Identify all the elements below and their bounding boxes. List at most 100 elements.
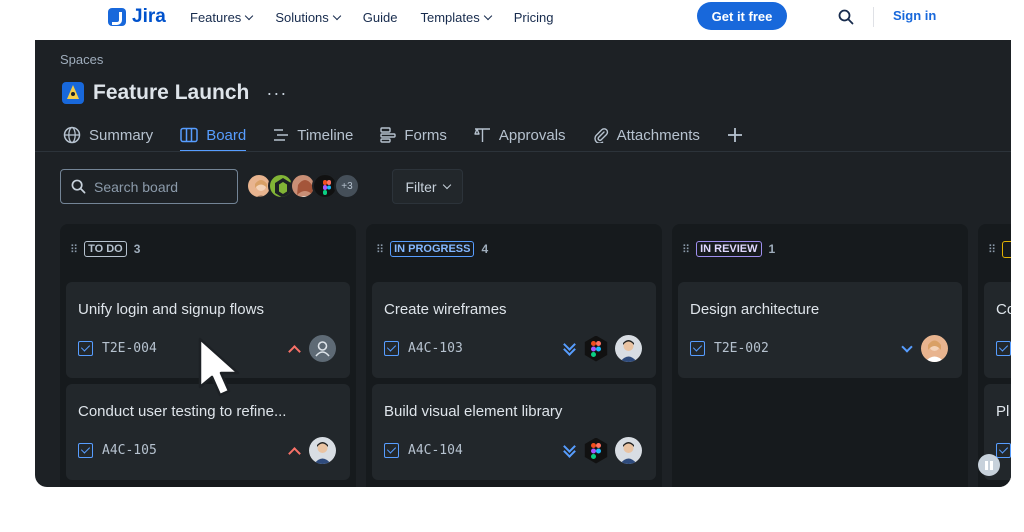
search-icon	[71, 179, 86, 194]
sign-in-link[interactable]: Sign in	[893, 8, 936, 23]
chevron-down-icon	[332, 11, 342, 20]
issue-key: T2E-002	[714, 341, 769, 356]
top-nav: Jira Features Solutions Guide Templates …	[0, 0, 1024, 34]
issue-card[interactable]: Build visual element library A4C-104	[372, 384, 656, 480]
figma-icon[interactable]	[584, 335, 608, 362]
card-title: Unify login and signup flows	[78, 301, 264, 318]
issue-card[interactable]: Design architecture T2E-002	[678, 282, 962, 378]
nav-link-label: Solutions	[275, 10, 329, 25]
card-title: Pl	[996, 403, 1010, 420]
nav-link-label: Templates	[420, 10, 480, 25]
card-title: Design architecture	[690, 301, 820, 318]
drag-handle-icon[interactable]: ⠿	[70, 243, 78, 256]
tab-board[interactable]: Board	[180, 124, 247, 152]
nav-link-templates[interactable]: Templates	[420, 10, 492, 25]
task-checkbox-icon	[78, 443, 93, 458]
nav-link-solutions[interactable]: Solutions	[275, 10, 342, 25]
priority-high-icon	[288, 344, 301, 358]
task-checkbox-icon	[996, 443, 1011, 458]
get-it-free-button[interactable]: Get it free	[697, 2, 787, 30]
nav-link-guide[interactable]: Guide	[363, 10, 398, 25]
more-actions-button[interactable]: ···	[266, 83, 287, 104]
card-key: T2E-004	[78, 341, 157, 356]
status-lozenge: IN PROGRESS	[390, 241, 475, 257]
tab-summary[interactable]: Summary	[63, 124, 153, 146]
brand-name: Jira	[132, 6, 166, 27]
card-title: Conduct user testing to refine...	[78, 403, 287, 420]
issue-key: A4C-103	[408, 341, 463, 356]
column-header: ⠿ TO DO 3	[70, 241, 140, 257]
column-header: ⠿ IN REVIEW 1	[682, 241, 775, 257]
priority-low-icon	[563, 343, 575, 355]
tab-label: Attachments	[616, 126, 700, 144]
pause-button[interactable]	[978, 454, 1000, 476]
globe-icon	[63, 126, 81, 144]
filter-button[interactable]: Filter	[392, 169, 463, 204]
card-meta	[288, 335, 336, 362]
mouse-cursor-icon	[196, 337, 248, 406]
issue-key: T2E-004	[102, 341, 157, 356]
card-key: A4C-104	[384, 443, 463, 458]
chevron-down-icon	[245, 11, 254, 20]
chevron-down-icon	[442, 180, 451, 189]
task-checkbox-icon	[78, 341, 93, 356]
card-key: A4C-105	[78, 443, 157, 458]
card-title: Build visual element library	[384, 403, 563, 420]
tab-timeline[interactable]: Timeline	[273, 124, 353, 146]
tab-label: Forms	[404, 126, 447, 144]
task-checkbox-icon	[996, 341, 1011, 356]
avatar[interactable]	[615, 437, 642, 464]
tab-label: Timeline	[297, 126, 354, 144]
priority-minor-icon	[901, 340, 913, 353]
search-icon	[838, 9, 854, 25]
drag-handle-icon[interactable]: ⠿	[988, 243, 996, 256]
timeline-icon	[274, 129, 289, 141]
avatar[interactable]	[309, 335, 336, 362]
drag-handle-icon[interactable]: ⠿	[682, 243, 690, 256]
tab-attachments[interactable]: Attachments	[593, 124, 700, 146]
search-button[interactable]	[832, 3, 860, 31]
nav-link-pricing[interactable]: Pricing	[514, 10, 554, 25]
card-title: Create wireframes	[384, 301, 507, 318]
card-key	[996, 341, 1011, 356]
avatar[interactable]	[309, 437, 336, 464]
tab-forms[interactable]: Forms	[380, 124, 447, 146]
column-header: ⠿	[988, 241, 1011, 258]
pause-icon-bar	[990, 460, 993, 470]
priority-high-icon	[288, 446, 301, 460]
tab-divider	[35, 151, 1011, 152]
column-header: ⠿ IN PROGRESS 4	[376, 241, 488, 257]
tab-approvals[interactable]: Approvals	[474, 124, 566, 146]
column-count: 1	[768, 242, 776, 256]
board-column-in-review: ⠿ IN REVIEW 1 Design architecture T2E-00…	[672, 224, 968, 487]
more-assignees-button[interactable]: +3	[334, 173, 360, 199]
issue-card[interactable]: Create wireframes A4C-103	[372, 282, 656, 378]
column-count: 3	[133, 242, 141, 256]
drag-handle-icon[interactable]: ⠿	[376, 243, 384, 256]
search-placeholder: Search board	[94, 178, 179, 195]
tab-bar: Summary Board Timeline Forms Approvals A…	[63, 124, 770, 152]
priority-low-icon	[563, 445, 575, 457]
issue-key: A4C-105	[102, 443, 157, 458]
card-meta	[288, 437, 336, 464]
forms-icon	[380, 127, 397, 143]
jira-logo[interactable]: Jira	[108, 6, 166, 28]
card-key: A4C-103	[384, 341, 463, 356]
figma-icon[interactable]	[584, 437, 608, 464]
nav-link-label: Pricing	[513, 10, 554, 25]
nav-link-label: Features	[190, 10, 242, 25]
card-key	[996, 443, 1011, 458]
task-checkbox-icon	[690, 341, 705, 356]
chevron-down-icon	[483, 11, 492, 20]
breadcrumb[interactable]: Spaces	[60, 52, 103, 67]
plus-icon	[727, 128, 742, 142]
card-meta	[563, 437, 642, 464]
add-tab-button[interactable]	[727, 124, 743, 146]
avatar[interactable]	[921, 335, 948, 362]
avatar[interactable]	[615, 335, 642, 362]
issue-card[interactable]: Co	[984, 282, 1011, 378]
search-board-input[interactable]: Search board	[60, 169, 238, 204]
paperclip-icon	[593, 128, 608, 143]
nav-link-features[interactable]: Features	[190, 10, 254, 25]
card-key: T2E-002	[690, 341, 769, 356]
